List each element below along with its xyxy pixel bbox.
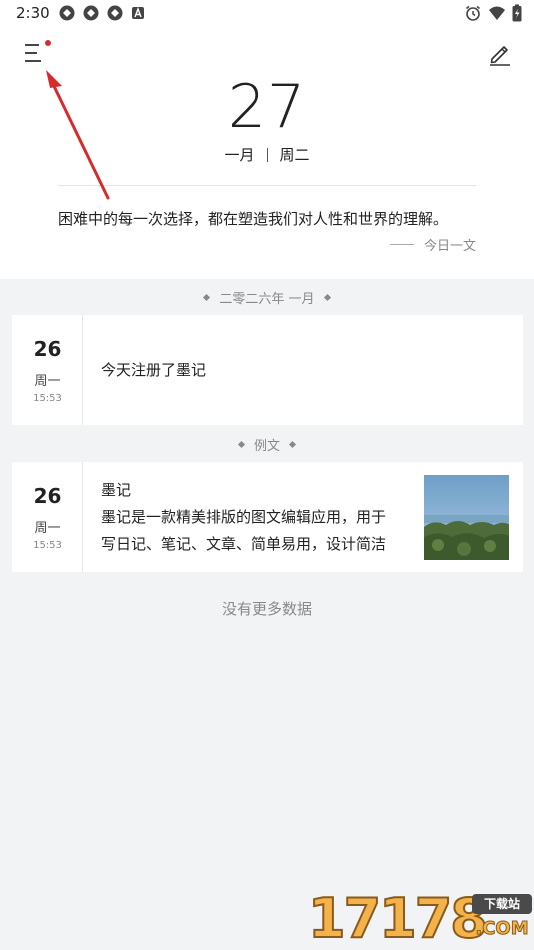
entry-excerpt-line: 写日记、笔记、文章、简单易用，设计简洁	[101, 535, 387, 553]
app-icon	[83, 5, 99, 21]
today-day: 27	[227, 72, 307, 142]
entry-thumbnail	[424, 475, 509, 560]
status-left-icons	[58, 4, 146, 22]
notification-dot	[45, 40, 51, 46]
watermark-suffix: .COM	[475, 918, 529, 940]
entry-weekday: 周一	[34, 374, 61, 389]
a-notification-icon	[132, 7, 144, 19]
battery-icon	[512, 4, 522, 22]
quote-dash	[389, 244, 414, 245]
no-more-data: 没有更多数据	[221, 600, 312, 618]
app-icon	[107, 5, 123, 21]
entry-day: 26	[33, 337, 62, 361]
entry-date: 26 周一 15:53	[12, 462, 83, 572]
quote-source: 今日一文	[389, 235, 476, 254]
header-area: 2:30 27 一月 周二 困难中的每一次选择，都在塑造我们对人性和世界的理解。…	[0, 0, 534, 279]
diamond-icon	[323, 293, 331, 302]
watermark-tag: 下载站	[472, 894, 532, 914]
today-month-weekday: 一月 周二	[0, 144, 534, 165]
section-title: 二零二六年 一月	[219, 292, 315, 307]
today-weekday: 周二	[279, 146, 310, 164]
divider	[58, 185, 476, 186]
menu-icon	[25, 44, 41, 62]
diamond-icon	[288, 440, 297, 449]
wifi-icon	[489, 6, 505, 20]
entry-title: 墨记	[101, 481, 132, 499]
status-bar: 2:30	[0, 0, 534, 28]
section-header: 二零二六年 一月	[0, 288, 534, 307]
app-icon	[59, 5, 75, 21]
entry-date: 26 周一 15:53	[12, 315, 83, 425]
section-header: 例文	[0, 435, 534, 454]
edit-button[interactable]	[486, 40, 514, 68]
section-title: 例文	[253, 439, 280, 454]
entry-day: 26	[33, 484, 62, 508]
entry-card[interactable]: 26 周一 15:53 墨记 墨记是一款精美排版的图文编辑应用，用于 写日记、笔…	[12, 462, 523, 572]
daily-quote[interactable]: 困难中的每一次选择，都在塑造我们对人性和世界的理解。	[58, 208, 488, 229]
entry-excerpt-line: 墨记是一款精美排版的图文编辑应用，用于	[101, 508, 387, 526]
entry-card[interactable]: 26 周一 15:53 今天注册了墨记	[12, 315, 523, 425]
diamond-icon	[237, 440, 246, 449]
quote-source-label: 今日一文	[423, 239, 476, 254]
entry-weekday: 周一	[34, 521, 61, 536]
landscape-image	[424, 475, 509, 560]
site-watermark: 17178 下载站 .COM	[307, 887, 534, 950]
separator	[266, 147, 268, 162]
diamond-icon	[203, 293, 211, 302]
status-right-icons	[464, 4, 522, 22]
edit-icon	[490, 46, 510, 66]
today-month: 一月	[224, 146, 255, 164]
entry-time: 15:53	[33, 540, 62, 551]
watermark-number: 17178	[307, 887, 489, 950]
entry-time: 15:53	[33, 393, 62, 404]
alarm-icon	[466, 5, 480, 21]
entry-text: 今天注册了墨记	[101, 361, 207, 379]
status-time: 2:30	[16, 4, 50, 22]
